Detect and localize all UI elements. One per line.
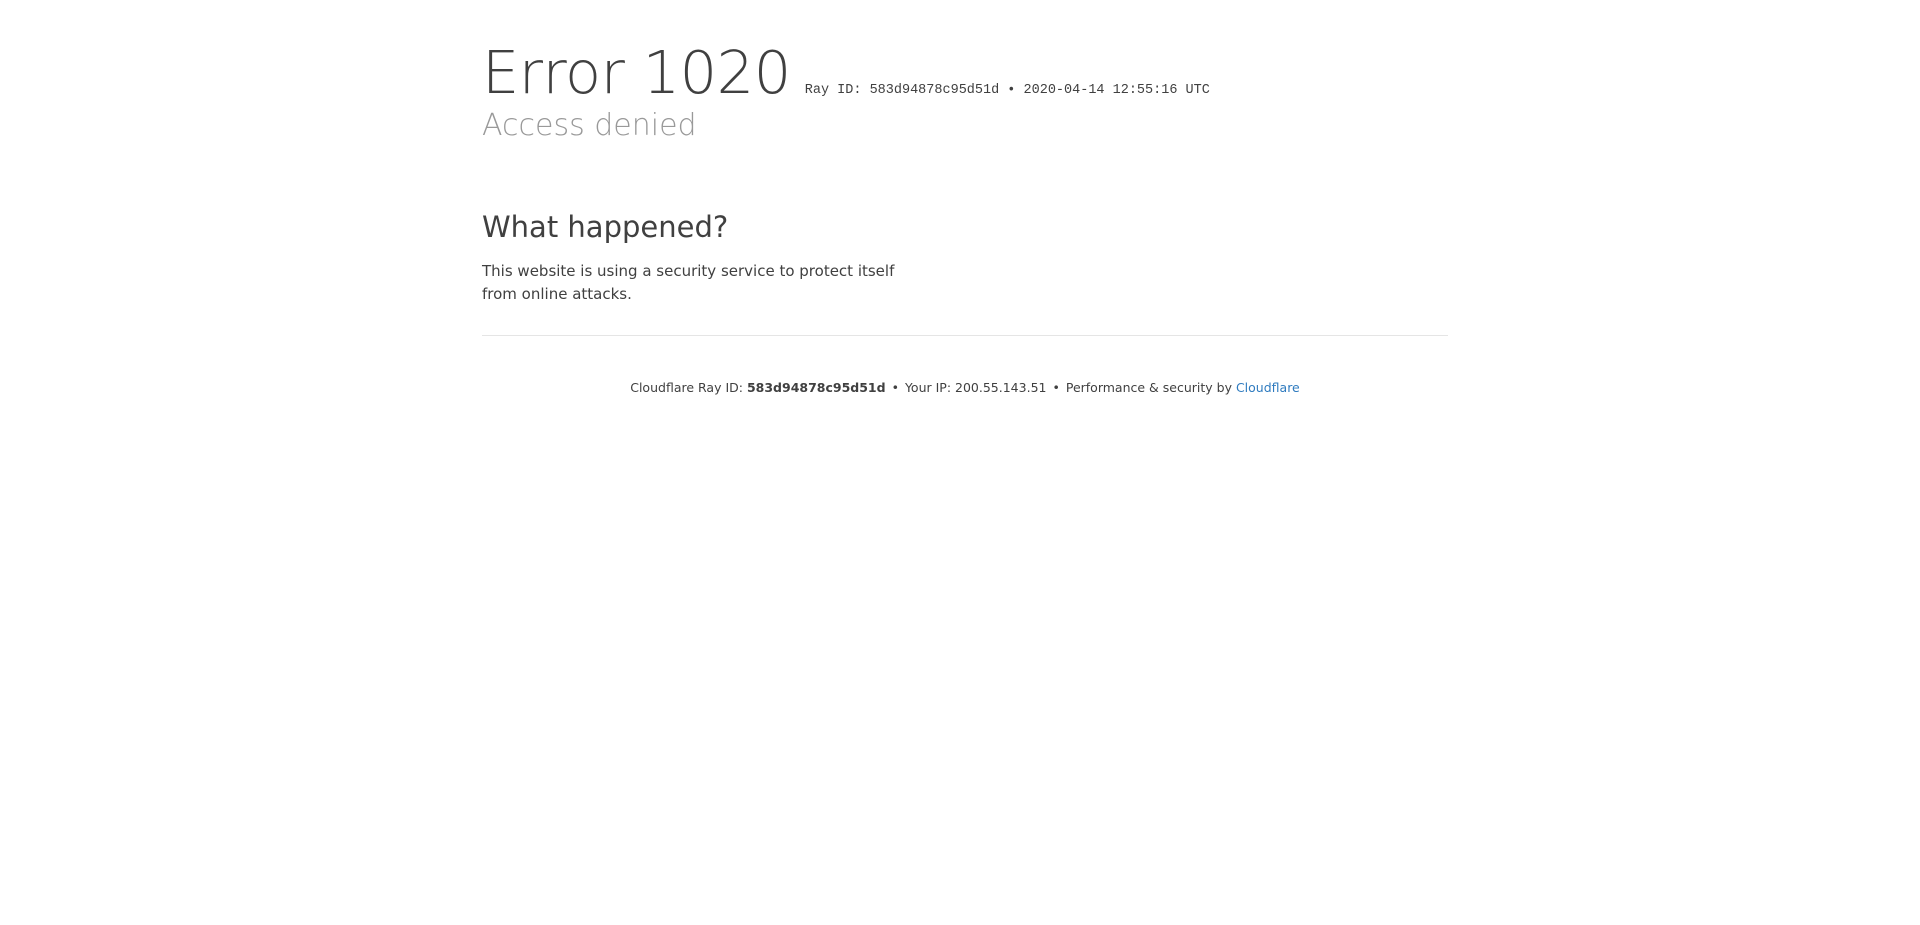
timestamp: 2020-04-14 12:55:16 UTC (1023, 83, 1210, 98)
cloudflare-link[interactable]: Cloudflare (1236, 380, 1300, 395)
footer: Cloudflare Ray ID: 583d94878c95d51d • Your… (482, 378, 1448, 398)
footer-separator: • (891, 380, 899, 395)
ray-id-text: Ray ID: 583d94878c95d51d (804, 83, 1000, 98)
footer-separator: • (1052, 380, 1060, 395)
error-page: Error 1020 Ray ID: 583d94878c95d51d • 202… (0, 0, 1920, 925)
error-subtitle: Access denied (482, 108, 697, 143)
footer-ray-id: 583d94878c95d51d (746, 380, 886, 395)
divider (482, 335, 1448, 336)
error-header: Error 1020 Ray ID: 583d94878c95d51d • 202… (482, 40, 1210, 106)
ray-meta: Ray ID: 583d94878c95d51d • 2020-04-14 12… (805, 83, 1210, 98)
footer-perf: Performance & security by (1065, 380, 1236, 395)
footer-ray-prefix: Cloudflare Ray ID: (630, 380, 747, 395)
section-text: This website is using a security service… (482, 262, 895, 303)
footer-ip: Your IP: 200.55.143.51 (904, 380, 1047, 395)
meta-separator: • (999, 83, 1024, 98)
section-heading: What happened? (482, 210, 729, 244)
error-title: Error 1020 (482, 38, 791, 107)
